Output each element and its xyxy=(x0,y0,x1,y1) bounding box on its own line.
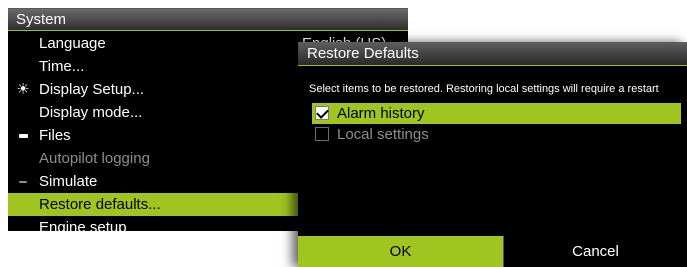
simulate-icon xyxy=(14,170,32,193)
checkbox-unchecked-icon[interactable] xyxy=(315,127,329,141)
cancel-button[interactable]: Cancel xyxy=(503,236,687,267)
menu-item-label: Restore defaults... xyxy=(39,196,161,213)
menu-item-label: Engine setup xyxy=(39,219,127,231)
sun-icon: ☀ xyxy=(16,81,30,98)
menu-item-label: Autopilot logging xyxy=(39,150,150,167)
menu-item-label: Display Setup... xyxy=(39,81,145,98)
restore-defaults-dialog: Restore Defaults Select items to be rest… xyxy=(298,42,687,267)
option-local-settings[interactable]: Local settings xyxy=(312,124,681,145)
menu-item-label: Simulate xyxy=(39,173,98,190)
system-menu-title: System xyxy=(8,9,408,31)
ok-button[interactable]: OK xyxy=(298,236,503,267)
files-icon xyxy=(14,124,32,147)
menu-item-label: Time... xyxy=(39,58,85,75)
checkbox-checked-icon[interactable] xyxy=(315,106,329,120)
option-label: Alarm history xyxy=(337,105,425,122)
option-alarm-history[interactable]: Alarm history xyxy=(312,103,681,124)
menu-item-label: Display mode... xyxy=(39,104,143,121)
menu-item-label: Files xyxy=(39,127,71,144)
dialog-message: Select items to be restored. Restoring l… xyxy=(309,83,659,95)
menu-item-label: Language xyxy=(39,35,106,52)
dialog-title: Restore Defaults xyxy=(298,42,687,66)
option-label: Local settings xyxy=(337,126,429,143)
